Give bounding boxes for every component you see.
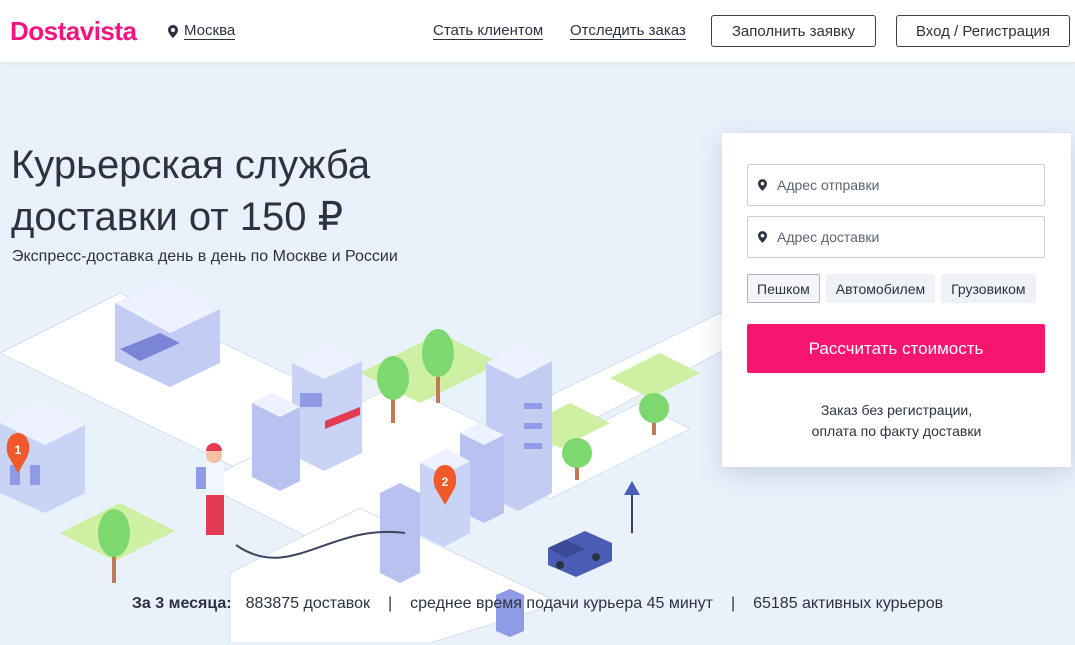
calculate-cost-button[interactable]: Рассчитать стоимость [747,324,1045,373]
logo[interactable]: Dostavista [10,16,137,47]
login-register-button[interactable]: Вход / Регистрация [896,15,1070,47]
city-illustration: 1 2 [0,281,760,643]
mode-walk-button[interactable]: Пешком [747,274,820,303]
city-selector[interactable]: Москва [168,22,236,40]
mode-truck-button[interactable]: Грузовиком [941,274,1036,303]
building [292,345,362,471]
delivery-mode-group: Пешком Автомобилем Грузовиком [747,274,1042,303]
form-note-line: Заказ без регистрации, [820,402,973,418]
form-note: Заказ без регистрации, оплата по факту д… [722,400,1071,442]
location-pin-icon [758,179,767,191]
become-client-link[interactable]: Стать клиентом [433,22,544,40]
location-pin-icon [758,231,767,243]
location-pin-icon [168,24,178,38]
track-order-link[interactable]: Отследить заказ [570,22,686,40]
courier-figure [196,443,224,535]
marker-label: 2 [442,475,449,489]
site-header: Dostavista Москва Стать клиентом Отследи… [0,0,1075,63]
apply-button[interactable]: Заполнить заявку [711,15,876,47]
stats-separator: | [387,595,393,612]
stats-label: За 3 месяца: [131,595,232,612]
stats-couriers: 65185 активных курьеров [753,595,944,612]
to-address-field[interactable] [747,216,1045,258]
from-address-input[interactable] [777,177,1037,193]
hero-section: Курьерская служба доставки от 150 ₽ Эксп… [0,63,1075,645]
road [0,292,760,643]
order-form-card: Пешком Автомобилем Грузовиком Рассчитать… [722,133,1071,467]
form-note-line: оплата по факту доставки [811,423,982,439]
mode-car-button[interactable]: Автомобилем [825,274,936,303]
stats-bar: За 3 месяца: 883875 доставок | среднее в… [0,595,1075,613]
car [548,531,612,577]
stats-separator: | [730,595,736,612]
from-address-field[interactable] [747,164,1045,206]
city-label: Москва [184,22,236,40]
building [252,393,300,491]
road-sign-icon [624,481,640,533]
to-address-input[interactable] [777,229,1037,245]
marker-label: 1 [15,443,22,457]
stats-deliveries: 883875 доставок [245,595,370,612]
stats-pickup-time: среднее время подачи курьера 45 минут [410,595,713,612]
